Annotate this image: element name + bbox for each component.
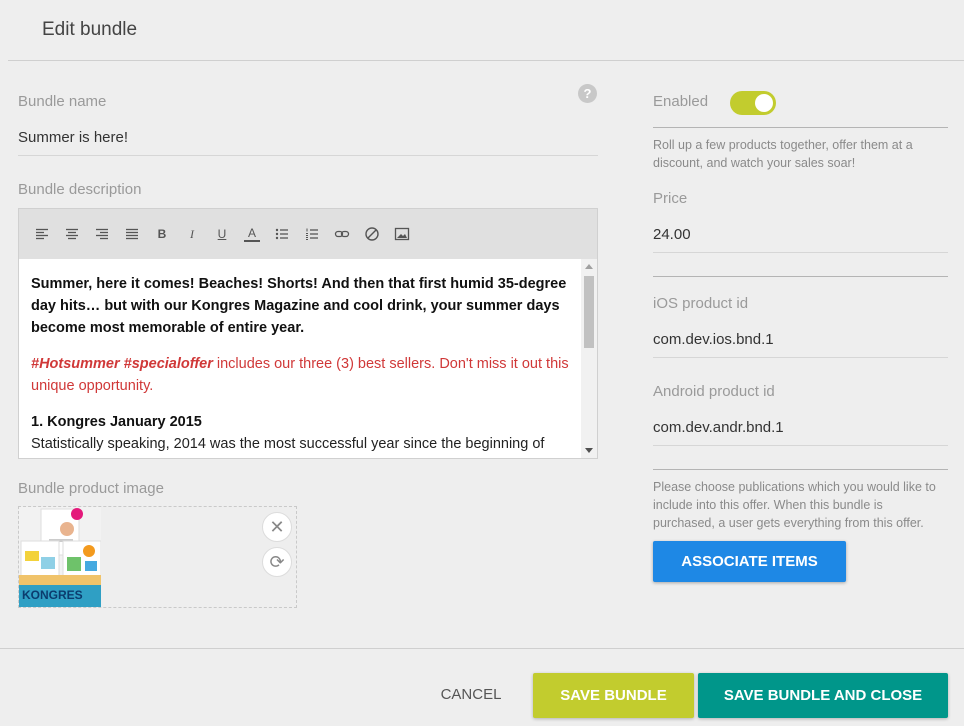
description-heading: 1. Kongres January 2015 bbox=[31, 414, 202, 430]
image-label: Bundle product image bbox=[18, 480, 164, 497]
dialog-header: Edit bundle bbox=[0, 0, 964, 61]
font-color-icon[interactable]: A bbox=[244, 226, 260, 242]
editor-scrollbar[interactable] bbox=[581, 259, 597, 458]
price-input[interactable]: 24.00 bbox=[653, 226, 691, 243]
ios-id-input[interactable]: com.dev.ios.bnd.1 bbox=[653, 331, 774, 348]
enabled-divider bbox=[653, 127, 948, 128]
publications-help-text: Please choose publications which you wou… bbox=[653, 480, 936, 530]
scroll-down-icon[interactable] bbox=[585, 448, 593, 453]
cancel-button[interactable]: CANCEL bbox=[423, 674, 519, 716]
align-left-icon[interactable] bbox=[34, 226, 50, 242]
enabled-toggle[interactable] bbox=[730, 91, 776, 115]
section-divider bbox=[653, 469, 948, 470]
associate-items-button[interactable]: ASSOCIATE ITEMS bbox=[653, 541, 846, 582]
enabled-label: Enabled bbox=[653, 93, 709, 110]
ios-id-underline bbox=[653, 357, 948, 358]
description-paragraph: Summer, here it comes! Beaches! Shorts! … bbox=[31, 276, 567, 336]
align-right-icon[interactable] bbox=[94, 226, 110, 242]
bundle-thumbnail: KONGRES bbox=[19, 507, 101, 607]
toggle-knob bbox=[755, 94, 773, 112]
android-id-input[interactable]: com.dev.andr.bnd.1 bbox=[653, 419, 784, 436]
description-paragraph: Statistically speaking, 2014 was the mos… bbox=[31, 436, 545, 452]
save-bundle-and-close-button[interactable]: SAVE BUNDLE AND CLOSE bbox=[698, 673, 948, 718]
enabled-help-text: Roll up a few products together, offer t… bbox=[653, 138, 913, 170]
android-id-label: Android product id bbox=[653, 383, 775, 400]
help-icon[interactable]: ? bbox=[578, 84, 597, 103]
hashtags: #Hotsummer #specialoffer bbox=[31, 356, 213, 372]
save-bundle-button[interactable]: SAVE BUNDLE bbox=[533, 673, 694, 718]
android-id-underline bbox=[653, 445, 948, 446]
rich-text-editor[interactable]: B I U A Summer, here it comes! Beaches! … bbox=[18, 208, 598, 459]
scroll-up-icon[interactable] bbox=[585, 264, 593, 269]
bundle-name-input[interactable]: Summer is here! bbox=[18, 129, 128, 146]
thumbnail-brand: KONGRES bbox=[22, 588, 83, 602]
align-justify-icon[interactable] bbox=[124, 226, 140, 242]
scroll-thumb[interactable] bbox=[584, 276, 594, 348]
link-icon[interactable] bbox=[334, 226, 350, 242]
editor-toolbar: B I U A bbox=[19, 209, 597, 259]
bulleted-list-icon[interactable] bbox=[274, 226, 290, 242]
italic-icon[interactable]: I bbox=[184, 226, 200, 242]
image-icon[interactable] bbox=[394, 226, 410, 242]
description-label: Bundle description bbox=[18, 181, 142, 198]
bold-icon[interactable]: B bbox=[154, 226, 170, 242]
remove-image-button[interactable]: ✕ bbox=[262, 512, 292, 542]
bundle-name-label: Bundle name bbox=[18, 93, 107, 110]
footer-divider bbox=[0, 648, 964, 649]
replace-image-button[interactable]: ⟳ bbox=[262, 547, 292, 577]
image-dropzone[interactable]: KONGRES ✕ ⟳ bbox=[18, 506, 297, 608]
section-divider bbox=[653, 276, 948, 277]
numbered-list-icon[interactable] bbox=[304, 226, 320, 242]
price-label: Price bbox=[653, 190, 688, 207]
header-divider bbox=[8, 60, 964, 61]
ios-id-label: iOS product id bbox=[653, 295, 749, 312]
bundle-name-underline bbox=[18, 155, 598, 156]
price-underline bbox=[653, 252, 948, 253]
page-title: Edit bundle bbox=[42, 19, 138, 40]
underline-icon[interactable]: U bbox=[214, 226, 230, 242]
align-center-icon[interactable] bbox=[64, 226, 80, 242]
clear-format-icon[interactable] bbox=[364, 226, 380, 242]
description-hashtag-paragraph: #Hotsummer #specialoffer includes our th… bbox=[31, 353, 569, 397]
editor-content[interactable]: Summer, here it comes! Beaches! Shorts! … bbox=[19, 259, 581, 458]
